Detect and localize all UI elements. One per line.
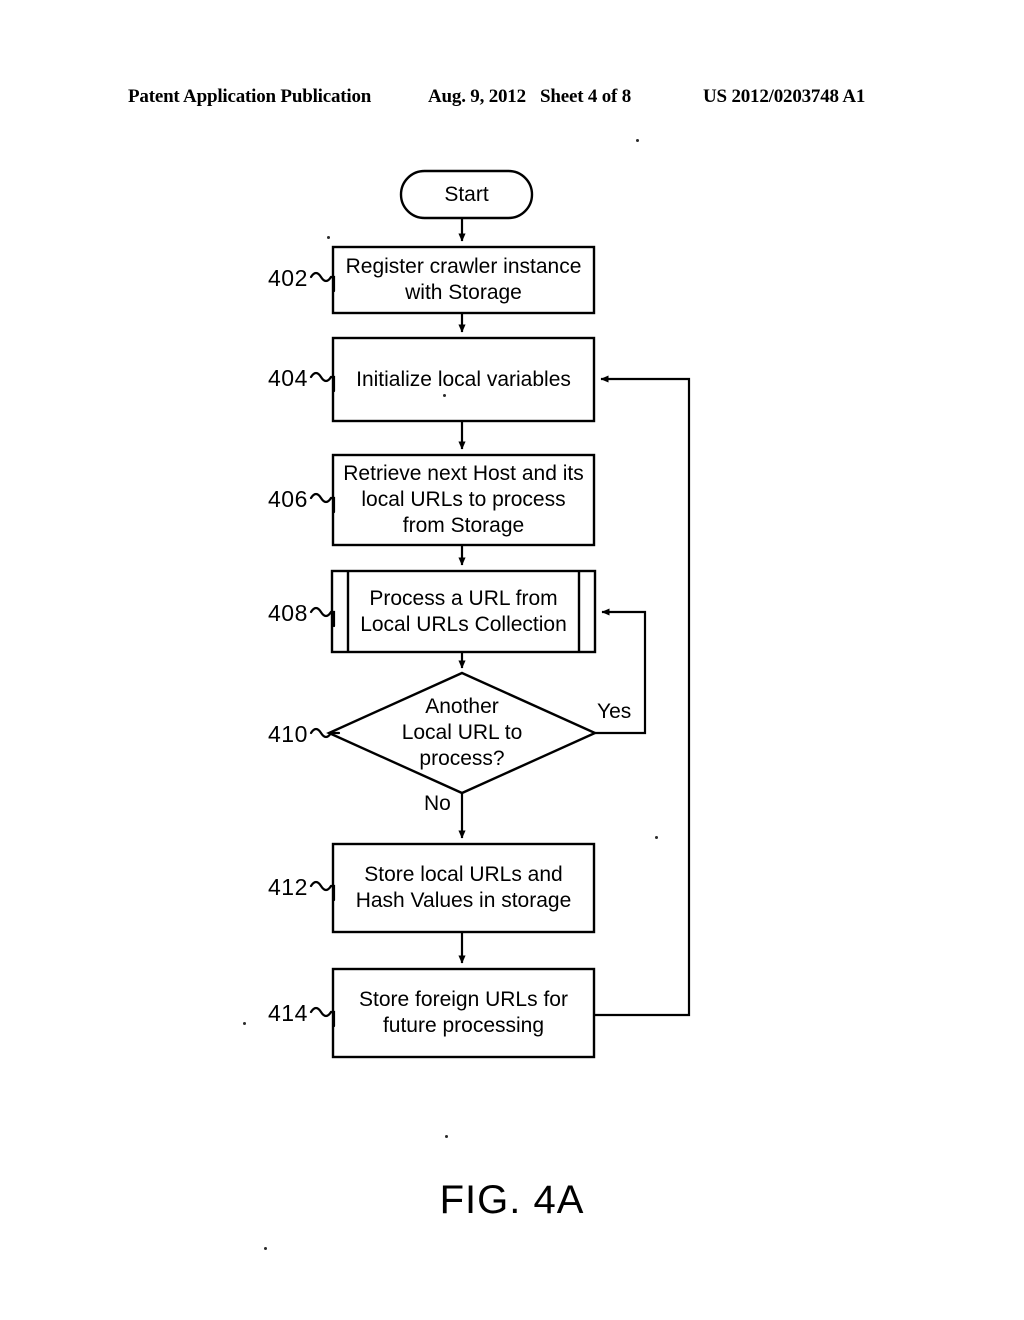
- ref-number-404: 404: [268, 365, 308, 391]
- ref-number-412: 412: [268, 874, 308, 900]
- edge-label-no: No: [424, 792, 451, 815]
- node-start-label: Start: [444, 182, 489, 206]
- leader-414: [309, 1006, 336, 1028]
- ref-number-410: 410: [268, 721, 308, 747]
- node-412-label: Store local URLs and Hash Values in stor…: [355, 863, 572, 912]
- ref-number-402: 402: [268, 265, 308, 291]
- node-402-label: Register crawler instance with Storage: [345, 255, 582, 304]
- leader-408: [309, 606, 336, 628]
- node-414-label: Store foreign URLs for future processing: [359, 988, 568, 1037]
- scan-speck: [655, 836, 658, 839]
- ref-number-408: 408: [268, 600, 308, 626]
- ref-number-414: 414: [268, 1000, 308, 1026]
- leader-404: [309, 371, 336, 393]
- scan-speck: [264, 1247, 267, 1250]
- scan-speck: [636, 139, 639, 142]
- edge-label-yes: Yes: [597, 700, 632, 723]
- scan-speck: [243, 1022, 246, 1025]
- scan-speck: [443, 394, 446, 397]
- scan-speck: [445, 1135, 448, 1138]
- leader-402: [309, 271, 336, 293]
- leader-406: [309, 492, 336, 514]
- node-404-label: Initialize local variables: [356, 367, 571, 391]
- node-410-label: Another Local URL to process?: [401, 695, 523, 770]
- figure-caption: FIG. 4A: [439, 1178, 585, 1222]
- edge-414-to-404-loop: [594, 375, 691, 1017]
- leader-412: [309, 880, 336, 902]
- ref-number-406: 406: [268, 486, 308, 512]
- node-408-label: Process a URL from Local URLs Collection: [360, 586, 567, 636]
- flowchart-figure: Start Register crawler instance with Sto…: [0, 0, 1024, 1320]
- scan-speck: [327, 236, 330, 239]
- node-406-label: Retrieve next Host and its local URLs to…: [343, 462, 584, 537]
